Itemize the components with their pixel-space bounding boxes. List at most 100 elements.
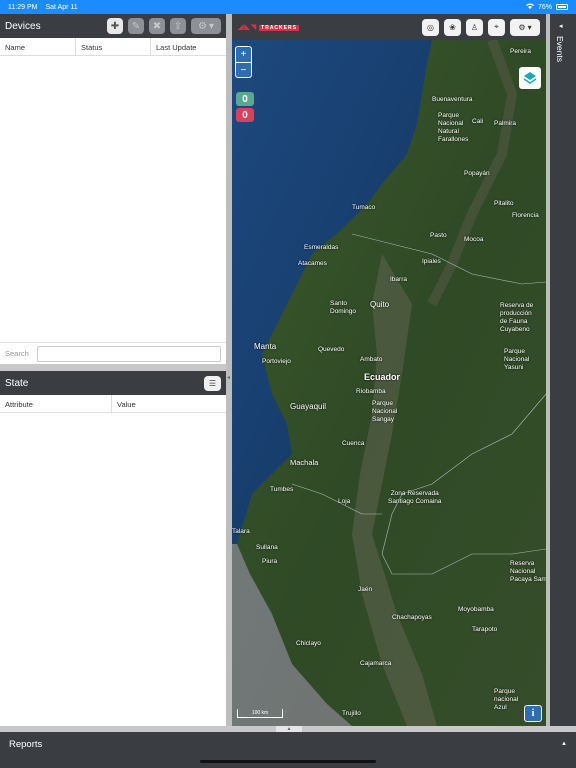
devices-toolbar: ✚ ✎ ✖ ⇪ ⚙ ▾ <box>107 18 221 34</box>
devices-search-row: Search <box>0 342 226 364</box>
reports-panel[interactable]: Reports ▲ <box>0 732 576 756</box>
map-label: Chachapoyas <box>392 614 432 621</box>
map-label: Jaén <box>358 586 373 593</box>
map-label: Guayaquil <box>290 402 327 411</box>
map-label: Ambato <box>360 356 383 363</box>
close-icon: ✖ <box>152 20 162 32</box>
zoom-in-button[interactable]: + <box>236 47 251 62</box>
geofence-button[interactable]: ♙ <box>466 18 483 36</box>
map-label: Talara <box>232 528 250 535</box>
status-time: 11:29 PM <box>8 3 38 11</box>
target-icon: ◎ <box>427 22 434 32</box>
map-label: Pereira <box>510 48 531 55</box>
layers-icon <box>523 72 537 84</box>
map-label: Moyobamba <box>458 606 494 613</box>
map-label: Pasto <box>430 232 447 239</box>
edit-device-button[interactable]: ✎ <box>128 18 144 34</box>
map-label: Piura <box>262 558 278 565</box>
devices-title: Devices <box>5 20 41 32</box>
pencil-icon: ✎ <box>131 20 141 32</box>
map-label: Reserva de producción de Fauna Cuyabeno <box>500 302 534 333</box>
state-details-button[interactable]: ☰ <box>204 375 221 391</box>
command-button[interactable]: ⇪ <box>170 18 186 34</box>
map-label: Trujillo <box>342 710 361 717</box>
add-device-button[interactable]: ✚ <box>107 18 123 34</box>
events-panel[interactable]: ◂ Events <box>550 14 576 726</box>
map-label: Loja <box>338 498 351 505</box>
map-scale: 100 km <box>237 709 283 718</box>
offline-count-badge[interactable]: 0 <box>236 108 254 122</box>
follow-button[interactable]: ◎ <box>422 18 439 36</box>
show-history-button[interactable]: ❀ <box>444 18 461 36</box>
map-label: Zona Reservada Santiago Comaina <box>388 490 442 505</box>
map-label: Tumaco <box>352 204 376 211</box>
trackers-logo: ◢◣◥ TRACKERS <box>238 24 299 31</box>
map-label: Florencia <box>512 212 539 219</box>
left-panel: Devices ✚ ✎ ✖ ⇪ ⚙ ▾ Name Status Last Upda… <box>0 14 226 726</box>
map-label: Esmeraldas <box>304 244 339 251</box>
state-title: State <box>5 377 29 389</box>
zoom-out-button[interactable]: − <box>236 62 251 77</box>
wifi-icon <box>525 3 534 11</box>
search-label: Search <box>5 349 29 358</box>
home-indicator <box>0 756 576 768</box>
chevron-up-icon[interactable]: ▲ <box>561 741 567 747</box>
person-icon: ♙ <box>470 22 479 32</box>
map-label: Parque Nacional Sangay <box>372 400 398 423</box>
events-label: Events <box>555 36 565 62</box>
upload-icon: ⇪ <box>173 20 183 32</box>
column-header-attribute[interactable]: Attribute <box>0 395 112 412</box>
list-icon: ☰ <box>208 378 217 388</box>
state-column-headers: Attribute Value <box>0 395 226 413</box>
battery-icon <box>556 4 568 10</box>
battery-percent: 76% <box>537 3 552 11</box>
remove-device-button[interactable]: ✖ <box>149 18 165 34</box>
paw-icon: ❀ <box>449 22 456 32</box>
devices-header: Devices ✚ ✎ ✖ ⇪ ⚙ ▾ <box>0 14 226 38</box>
map-label: Portoviejo <box>262 358 291 365</box>
map-label: Buenaventura <box>432 96 473 103</box>
map-label: Ibarra <box>390 276 407 283</box>
map-tools: ◎ ❀ ♙ ⌖ ⚙ ▾ <box>422 18 540 36</box>
chevron-down-icon: ▾ <box>527 22 532 32</box>
expand-events-icon[interactable]: ◂ <box>559 22 563 30</box>
map-label: Riobamba <box>356 388 386 395</box>
devices-list <box>0 56 226 342</box>
gear-icon: ⚙ <box>518 22 526 32</box>
search-input[interactable] <box>36 345 221 362</box>
map-label: Tarapoto <box>472 626 498 633</box>
zoom-control: + − <box>235 46 252 78</box>
map-label: Sullana <box>256 544 278 551</box>
state-header: State ☰ <box>0 371 226 395</box>
column-header-status[interactable]: Status <box>76 38 151 55</box>
locate-button[interactable]: ⌖ <box>488 18 505 36</box>
online-count-badge[interactable]: 0 <box>236 92 254 106</box>
map-label: Ecuador <box>364 372 401 382</box>
map-label: Quevedo <box>318 346 345 353</box>
map-label: Cali <box>472 118 484 125</box>
map-settings-dropdown[interactable]: ⚙ ▾ <box>510 18 540 36</box>
map-toolbar: ◢◣◥ TRACKERS ◎ ❀ ♙ ⌖ ⚙ ▾ <box>232 14 546 40</box>
map-label: Chiclayo <box>296 640 321 647</box>
chevron-down-icon: ▾ <box>208 20 214 32</box>
column-header-last-update[interactable]: Last Update <box>151 38 226 55</box>
info-icon[interactable]: i <box>524 705 542 722</box>
gear-icon: ⚙ <box>198 20 207 32</box>
map-label: Palmira <box>494 120 517 127</box>
map-view[interactable]: ◢◣◥ TRACKERS ◎ ❀ ♙ ⌖ ⚙ ▾ + − 0 0 Pereira B… <box>232 14 546 726</box>
collapse-left-icon[interactable]: ◂ <box>227 374 231 384</box>
map-label: Quito <box>370 300 390 309</box>
map-label: Parque Nacional Natural Farallones <box>438 112 469 143</box>
column-header-value[interactable]: Value <box>112 395 226 412</box>
column-header-name[interactable]: Name <box>0 38 76 55</box>
layers-button[interactable] <box>519 67 541 89</box>
map-label: Parque nacional Azul <box>494 688 519 711</box>
map-label: Ipiales <box>422 258 441 265</box>
device-settings-dropdown[interactable]: ⚙ ▾ <box>191 18 221 34</box>
map-label: Cajamarca <box>360 660 392 667</box>
panel-splitter[interactable] <box>0 364 226 371</box>
status-bar: 11:29 PM Sat Apr 11 76% <box>0 0 576 14</box>
crosshair-icon: ⌖ <box>494 22 499 31</box>
map-label: Reserva Nacional Pacaya Sam <box>510 560 546 583</box>
map-label: Mocoa <box>464 236 484 243</box>
